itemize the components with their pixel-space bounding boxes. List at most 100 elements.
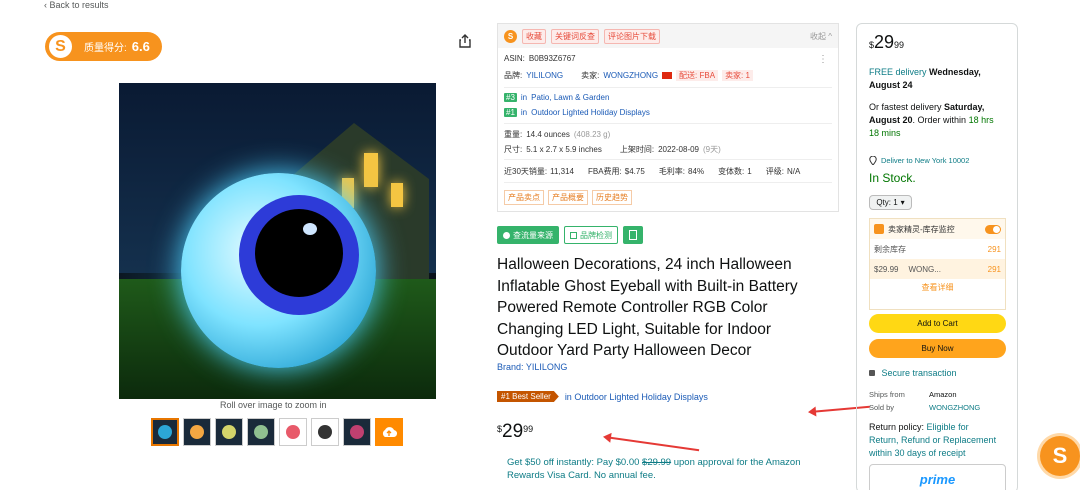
return-policy-link-3[interactable]: within 30 days of receipt (869, 447, 966, 460)
history-trend-button[interactable]: 历史趋势 (592, 190, 632, 205)
listed-value: 2022-08-09 (658, 145, 699, 154)
asin-label: ASIN: (504, 54, 525, 63)
rank-badge-1: #3 (504, 93, 517, 102)
flag-icon (662, 72, 673, 79)
product-main-image[interactable] (119, 83, 436, 399)
sold-by-link[interactable]: WONGZHONG (929, 401, 980, 414)
chevron-down-icon: ▾ (900, 198, 905, 207)
seller-link[interactable]: WONGZHONG (603, 71, 658, 80)
free-delivery-link[interactable]: FREE delivery (869, 67, 927, 77)
inventory-price: $29.99 (874, 264, 899, 274)
variants-label: 变体数: (718, 167, 745, 176)
margin-label: 毛利率: (658, 167, 686, 176)
price-whole: 29 (502, 421, 524, 442)
secure-transaction-label: Secure transaction (881, 368, 957, 378)
inventory-title: 卖家精灵-库存监控 (888, 224, 955, 234)
fulfillment-badge: 配送: FBA (676, 70, 719, 81)
weight-value: 14.4 ounces (526, 130, 570, 139)
traffic-source-label: 查流量来源 (513, 230, 553, 240)
brand-link[interactable]: Brand: YILILONG (497, 362, 567, 372)
rank-category-2[interactable]: Outdoor Lighted Holiday Displays (531, 108, 650, 117)
back-to-results-link[interactable]: ‹ Back to results (44, 0, 109, 10)
thumbnail-4[interactable] (247, 418, 275, 446)
thumbnail-1[interactable] (151, 418, 179, 446)
visa-offer[interactable]: Get $50 off instantly: Pay $0.00 $29.99 … (507, 456, 817, 482)
selling-points-button[interactable]: 产品卖点 (504, 190, 544, 205)
quality-score-badge: S 质量得分: 6.6 (45, 32, 162, 61)
plugin-logo-icon: S (47, 33, 74, 60)
inventory-toggle[interactable] (985, 224, 1001, 234)
thumbnail-2[interactable] (183, 418, 211, 446)
prime-box[interactable]: prime (869, 464, 1006, 490)
brand-link[interactable]: YILILONG (526, 71, 563, 80)
shield-icon (570, 231, 577, 239)
score-value: 6.6 (131, 39, 150, 54)
calculator-button[interactable] (623, 226, 643, 244)
add-to-cart-button[interactable]: Add to Cart (869, 314, 1006, 333)
collapse-button[interactable]: 收起 ^ (810, 31, 832, 42)
inventory-seller-qty: 291 (987, 264, 1001, 274)
thumbnail-7[interactable] (343, 418, 371, 446)
best-seller-badge[interactable]: #1 Best Seller (497, 391, 559, 402)
secure-transaction[interactable]: Secure transaction (869, 367, 957, 380)
fastest-day: Saturday, (944, 102, 985, 112)
stock-status: In Stock. (869, 171, 916, 185)
location-pin-icon (869, 156, 877, 165)
zoom-hint: Roll over image to zoom in (220, 400, 327, 410)
plugin-logo-icon: S (504, 29, 517, 43)
listed-days: (9天) (703, 145, 721, 154)
sold-by-label: Sold by (869, 403, 895, 412)
return-policy-link-2[interactable]: Return, Refund or Replacement (869, 434, 996, 447)
floating-plugin-logo-icon[interactable]: S (1040, 436, 1080, 476)
bb-price-cents: 99 (894, 40, 905, 50)
deliver-to-text: Deliver to New York 10002 (881, 156, 970, 165)
thumbnail-6[interactable] (311, 418, 339, 446)
brand-check-button[interactable]: 品牌检测 (564, 226, 618, 244)
size-label: 尺寸: (504, 145, 523, 154)
favorite-button[interactable]: 收藏 (522, 28, 546, 44)
keyword-reverse-button[interactable]: 关键词反查 (551, 28, 599, 44)
traffic-source-button[interactable]: 查流量来源 (497, 226, 559, 244)
review-image-download-button[interactable]: 评论图片下载 (604, 28, 660, 44)
countdown-mins: 18 mins (869, 128, 901, 138)
best-seller-row: #1 Best Seller in Outdoor Lighted Holida… (497, 391, 708, 402)
asin-value[interactable]: B0B93Z6767 (529, 54, 576, 63)
fastest-delivery-label: Or fastest delivery (869, 102, 942, 112)
size-value: 5.1 x 2.7 x 5.9 inches (526, 145, 602, 154)
best-seller-category[interactable]: in Outdoor Lighted Holiday Displays (565, 392, 708, 402)
upload-icon[interactable] (375, 418, 403, 446)
weight-label: 重量: (504, 130, 523, 139)
sales-value: 11,314 (550, 167, 574, 176)
visa-strike-price: $29.99 (642, 457, 672, 468)
rank-badge-2: #1 (504, 108, 517, 117)
listed-label: 上架时间: (619, 145, 655, 154)
delivery-date: Wednesday, (929, 67, 981, 77)
qty-value: Qty: 1 (876, 198, 898, 207)
deliver-to-link[interactable]: Deliver to New York 10002 (869, 154, 969, 167)
inventory-remaining-label: 剩余库存 (874, 244, 906, 254)
product-price: $ 29 99 (497, 421, 533, 443)
ships-from-label: Ships from (869, 390, 905, 399)
view-details-link[interactable]: 查看详细 (870, 279, 1005, 297)
rating-label: 评级: (765, 167, 784, 176)
rank-in-2: in (520, 108, 528, 117)
ships-from-value: Amazon (929, 390, 957, 399)
plugin-logo-icon (874, 224, 884, 234)
inventory-total: 291 (987, 244, 1001, 254)
more-menu-icon[interactable]: ⋮ (818, 54, 828, 65)
fastest-post: . Order within (912, 115, 967, 125)
product-summary-button[interactable]: 产品概要 (548, 190, 588, 205)
fba-label: FBA费用: (588, 167, 622, 176)
rank-category-1[interactable]: Patio, Lawn & Garden (531, 93, 609, 102)
inventory-seller: WONG... (908, 264, 941, 274)
thumbnail-5[interactable] (279, 418, 307, 446)
weight-grams: (408.23 g) (573, 130, 611, 139)
inventory-monitor-panel: 卖家精灵-库存监控 剩余库存 291 $29.99 WONG... 291 查看… (869, 218, 1006, 310)
share-icon[interactable] (458, 34, 472, 48)
buy-now-button[interactable]: Buy Now (869, 339, 1006, 358)
calculator-icon (629, 230, 637, 240)
thumbnail-3[interactable] (215, 418, 243, 446)
quantity-select[interactable]: Qty: 1 ▾ (869, 195, 912, 210)
return-policy-label: Return policy: (869, 422, 925, 432)
return-policy-link[interactable]: Eligible for (927, 422, 969, 432)
